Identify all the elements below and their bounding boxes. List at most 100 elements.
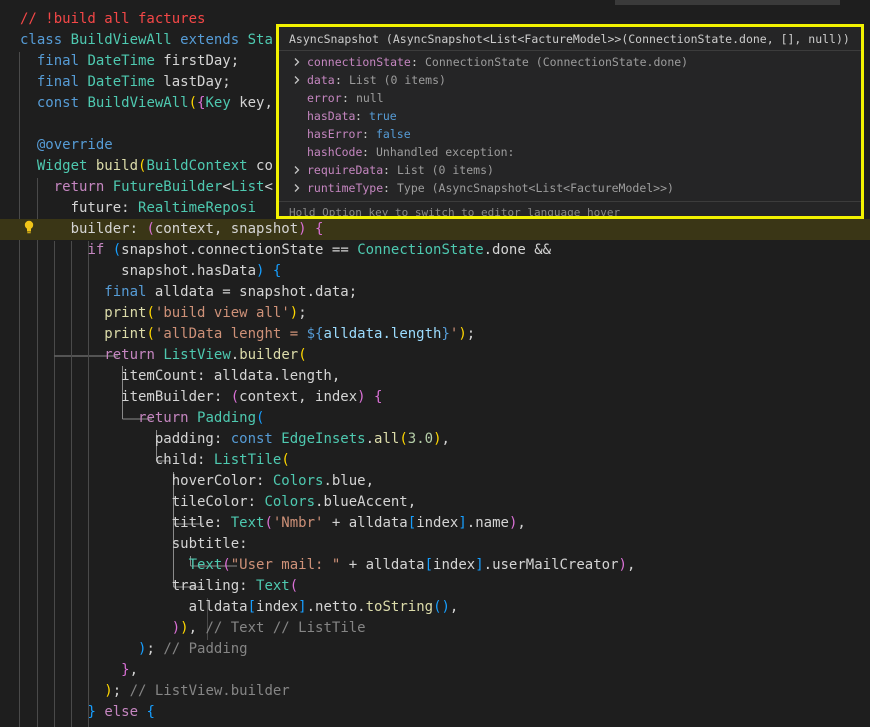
code-token: 3.0: [407, 431, 434, 447]
code-line[interactable]: ); // ListView.builder: [0, 681, 870, 702]
code-token: ConnectionState: [357, 242, 484, 258]
hover-footer-divider: [279, 201, 861, 202]
code-token: trailing:: [20, 578, 257, 594]
code-token: ,: [449, 599, 459, 615]
code-token: future:: [20, 200, 139, 216]
code-token: itemBuilder:: [20, 389, 231, 405]
code-line-text: hoverColor: Colors.blue,: [20, 471, 374, 492]
variable-name: hashCode: [307, 145, 363, 159]
code-line-text: },: [20, 660, 138, 681]
code-token: .userMailCreator: [483, 557, 619, 573]
code-token: itemCount: alldata.length,: [20, 368, 341, 384]
code-line[interactable]: alldata[index].netto.toString(),: [0, 597, 870, 618]
code-line-text: return ListView.builder(: [20, 345, 306, 366]
code-line[interactable]: child: ListTile(: [0, 450, 870, 471]
variable-name: hasError: [307, 127, 363, 141]
code-token: ): [104, 683, 113, 699]
code-token: .blueAccent,: [315, 494, 417, 510]
hover-footer-hint: Hold Option key to switch to editor lang…: [289, 206, 621, 219]
code-token: .: [365, 431, 375, 447]
code-line[interactable]: itemCount: alldata.length,: [0, 366, 870, 387]
code-token: co: [256, 158, 273, 174]
code-token: (: [289, 578, 299, 594]
code-token: [: [424, 557, 434, 573]
code-line[interactable]: Text("User mail: " + alldata[index].user…: [0, 555, 870, 576]
code-line-text: tileColor: Colors.blueAccent,: [20, 492, 416, 513]
code-token: 'allData lenght =: [154, 326, 307, 342]
code-token: snapshot.hasData: [20, 263, 257, 279]
code-line[interactable]: tileColor: Colors.blueAccent,: [0, 492, 870, 513]
code-line[interactable]: } else {: [0, 702, 870, 723]
code-line[interactable]: trailing: Text(: [0, 576, 870, 597]
code-token: key,: [239, 95, 273, 111]
code-token: return: [104, 347, 164, 363]
code-line[interactable]: return ListView.builder(: [0, 345, 870, 366]
code-token: return: [138, 410, 198, 426]
code-line[interactable]: if (snapshot.connectionState == Connecti…: [0, 240, 870, 261]
code-token: // Padding: [163, 641, 248, 657]
code-token: else: [104, 704, 147, 720]
code-token: builder: [239, 347, 299, 363]
code-token: <: [222, 179, 231, 195]
code-token: .: [230, 347, 240, 363]
code-line-text: return Padding(: [20, 408, 264, 429]
code-token: BuildViewAll: [70, 32, 181, 48]
code-line-text: Widget build(BuildContext co: [20, 156, 273, 177]
variable-separator: :: [362, 127, 369, 141]
code-token: }: [441, 326, 450, 342]
chevron-right-icon[interactable]: [292, 75, 302, 85]
code-line[interactable]: print('build view all');: [0, 303, 870, 324]
code-token: index: [256, 599, 299, 615]
variable-name: connectionState: [307, 55, 411, 69]
code-line[interactable]: title: Text('Nmbr' + alldata[index].name…: [0, 513, 870, 534]
code-token: Text: [230, 515, 265, 531]
variable-name: error: [307, 91, 342, 105]
code-line[interactable]: return Padding(: [0, 408, 870, 429]
code-token: title:: [20, 515, 231, 531]
code-line[interactable]: subtitle:: [0, 534, 870, 555]
chevron-right-icon[interactable]: [292, 57, 302, 67]
lightbulb-icon[interactable]: [23, 220, 35, 234]
code-token: ,: [129, 662, 139, 678]
code-token: BuildViewAll: [87, 95, 189, 111]
variable-value: Unhandled exception:: [376, 145, 515, 159]
code-token: {: [315, 221, 324, 237]
hover-divider: [279, 50, 861, 51]
code-line[interactable]: hoverColor: Colors.blue,: [0, 471, 870, 492]
code-line-text: itemBuilder: (context, index) {: [20, 387, 382, 408]
code-token: alldata = snapshot.data;: [154, 284, 358, 300]
code-line-text: snapshot.hasData) {: [20, 261, 281, 282]
code-line[interactable]: padding: const EdgeInsets.all(3.0),: [0, 429, 870, 450]
code-token: 'build view all': [154, 305, 290, 321]
code-token: DateTime: [87, 53, 164, 69]
hover-header: AsyncSnapshot (AsyncSnapshot<List<Factur…: [289, 32, 850, 46]
code-line-text: final DateTime lastDay;: [20, 72, 231, 93]
code-token: snapshot.connectionState ==: [121, 242, 358, 258]
code-line[interactable]: ); // Padding: [0, 639, 870, 660]
code-line[interactable]: },: [0, 660, 870, 681]
debug-hover-popup: AsyncSnapshot (AsyncSnapshot<List<Factur…: [276, 24, 864, 219]
code-token: ): [357, 389, 366, 405]
code-token: ;: [466, 326, 476, 342]
code-line[interactable]: builder: (context, snapshot) {: [0, 219, 870, 240]
variable-value: List (0 items): [397, 163, 494, 177]
code-token: Text: [256, 578, 290, 594]
chevron-right-icon[interactable]: [292, 165, 302, 175]
code-line[interactable]: print('allData lenght = ${alldata.length…: [0, 324, 870, 345]
scrollbar-thumb[interactable]: [615, 0, 840, 5]
code-line[interactable]: itemBuilder: (context, index) {: [0, 387, 870, 408]
code-token: tileColor:: [20, 494, 265, 510]
code-line[interactable]: )), // Text // ListTile: [0, 618, 870, 639]
code-line[interactable]: snapshot.hasData) {: [0, 261, 870, 282]
code-token: const: [36, 95, 88, 111]
code-line[interactable]: final alldata = snapshot.data;: [0, 282, 870, 303]
code-token: [: [247, 599, 257, 615]
chevron-right-icon[interactable]: [292, 183, 302, 193]
